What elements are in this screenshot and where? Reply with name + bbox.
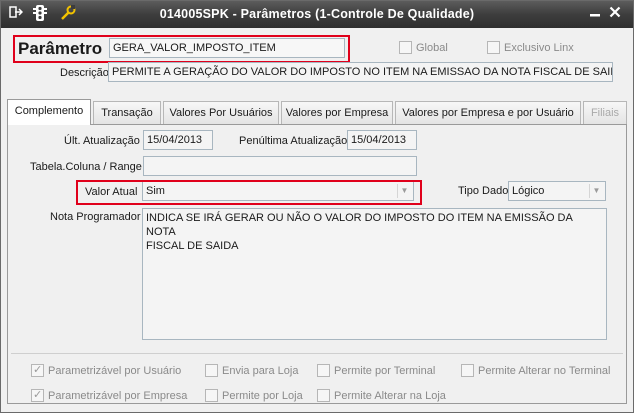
descricao-label: Descrição xyxy=(60,67,109,79)
nota-programador-field[interactable]: INDICA SE IRÁ GERAR OU NÃO O VALOR DO IM… xyxy=(142,208,607,340)
tab-transacao[interactable]: Transação xyxy=(93,101,161,124)
parametrizavel-usuario-checkbox[interactable]: Parametrizável por Usuário xyxy=(31,363,182,378)
global-checkbox[interactable]: Global xyxy=(399,41,448,55)
divider xyxy=(11,353,623,354)
envia-para-loja-checkbox[interactable]: Envia para Loja xyxy=(205,364,298,378)
parametros-window: 014005SPK - Parâmetros (1-Controle De Qu… xyxy=(0,0,634,413)
permite-alterar-terminal-checkbox-box[interactable] xyxy=(461,364,474,377)
permite-alterar-terminal-label: Permite Alterar no Terminal xyxy=(478,365,611,377)
permite-alterar-loja-label: Permite Alterar na Loja xyxy=(334,390,446,402)
permite-terminal-checkbox[interactable]: Permite por Terminal xyxy=(317,364,435,378)
title-bar: 014005SPK - Parâmetros (1-Controle De Qu… xyxy=(1,1,633,28)
permite-por-loja-checkbox[interactable]: Permite por Loja xyxy=(205,389,303,403)
tab-filiais: Filiais xyxy=(583,101,627,124)
permite-alterar-terminal-checkbox[interactable]: Permite Alterar no Terminal xyxy=(461,364,610,378)
tab-valores-por-empresa-usuario[interactable]: Valores por Empresa e por Usuário xyxy=(395,101,581,124)
exclusivo-linx-checkbox-box[interactable] xyxy=(487,41,500,54)
permite-por-loja-label: Permite por Loja xyxy=(222,390,303,402)
parametro-highlight xyxy=(13,35,350,63)
window-title: 014005SPK - Parâmetros (1-Controle De Qu… xyxy=(159,7,475,21)
permite-alterar-loja-checkbox[interactable]: Permite Alterar na Loja xyxy=(317,389,446,403)
permite-alterar-loja-checkbox-box[interactable] xyxy=(317,389,330,402)
penultima-atualizacao-field[interactable]: 15/04/2013 xyxy=(347,130,417,150)
tab-complemento[interactable]: Complemento xyxy=(7,99,91,125)
exclusivo-linx-label: Exclusivo Linx xyxy=(504,42,574,54)
descricao-field[interactable]: PERMITE A GERAÇÃO DO VALOR DO IMPOSTO NO… xyxy=(108,62,613,82)
tabela-coluna-label: Tabela.Coluna / Range xyxy=(30,161,142,173)
ult-atualizacao-field[interactable]: 15/04/2013 xyxy=(143,130,213,150)
envia-para-loja-checkbox-box[interactable] xyxy=(205,364,218,377)
parametrizavel-usuario-label: Parametrizável por Usuário xyxy=(48,365,182,377)
chevron-down-icon[interactable]: ▼ xyxy=(589,184,603,198)
tab-valores-por-usuarios[interactable]: Valores Por Usuários xyxy=(163,101,279,124)
tipo-dado-value: Lógico xyxy=(512,185,545,197)
parametrizavel-usuario-checkbox-box[interactable] xyxy=(31,363,44,377)
envia-para-loja-label: Envia para Loja xyxy=(222,365,299,377)
minimize-icon[interactable] xyxy=(587,6,603,22)
penultima-atualizacao-label: Penúltima Atualização xyxy=(239,135,348,147)
global-label: Global xyxy=(416,42,448,54)
close-icon[interactable] xyxy=(607,6,623,22)
parametrizavel-empresa-label: Parametrizável por Empresa xyxy=(48,390,188,402)
parametrizavel-empresa-checkbox-box[interactable] xyxy=(31,388,44,402)
nota-programador-label: Nota Programador xyxy=(50,211,141,223)
valor-atual-highlight xyxy=(76,180,422,205)
permite-terminal-label: Permite por Terminal xyxy=(334,365,436,377)
permite-terminal-checkbox-box[interactable] xyxy=(317,364,330,377)
global-checkbox-box[interactable] xyxy=(399,41,412,54)
tab-valores-por-empresa[interactable]: Valores por Empresa xyxy=(281,101,393,124)
tipo-dado-select[interactable]: Lógico ▼ xyxy=(508,181,606,201)
exclusivo-linx-checkbox[interactable]: Exclusivo Linx xyxy=(487,41,574,55)
tabela-coluna-field[interactable] xyxy=(143,156,417,176)
parametrizavel-empresa-checkbox[interactable]: Parametrizável por Empresa xyxy=(31,388,188,403)
ult-atualizacao-label: Últ. Atualização xyxy=(64,135,140,147)
tipo-dado-label: Tipo Dado xyxy=(458,185,509,197)
permite-por-loja-checkbox-box[interactable] xyxy=(205,389,218,402)
